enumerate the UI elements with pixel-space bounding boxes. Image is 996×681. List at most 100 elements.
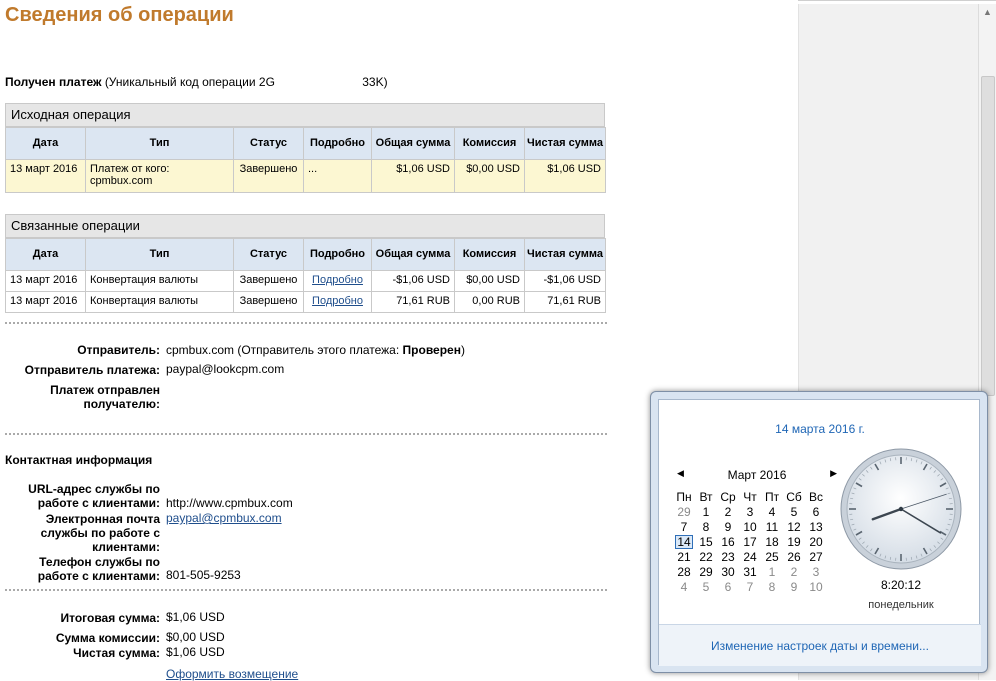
calendar-day[interactable]: 9 xyxy=(783,579,805,594)
column-header-net: Чистая сумма xyxy=(525,128,606,160)
calendar-day[interactable]: 8 xyxy=(695,519,717,534)
calendar-week: 21222324252627 xyxy=(673,549,827,564)
calendar-day[interactable]: 11 xyxy=(761,519,783,534)
calendar-day[interactable]: 2 xyxy=(717,504,739,519)
calendar-day[interactable]: 27 xyxy=(805,549,827,564)
original-section-title: Исходная операция xyxy=(5,103,605,127)
weekday-header: Ср xyxy=(717,489,739,504)
sender-label: Отправитель: xyxy=(5,343,160,357)
cell-gross: 71,61 RUB xyxy=(372,292,455,313)
weekday-header: Вт xyxy=(695,489,717,504)
calendar-day[interactable]: 23 xyxy=(717,549,739,564)
calendar-grid: ПнВтСрЧтПтСбВс 2912345678910111213141516… xyxy=(673,489,827,594)
calendar-day[interactable]: 15 xyxy=(695,534,717,549)
calendar-day[interactable]: 10 xyxy=(805,579,827,594)
cell-net: -$1,06 USD xyxy=(525,271,606,292)
weekday-name: понедельник xyxy=(839,599,963,611)
calendar-day[interactable]: 24 xyxy=(739,549,761,564)
calendar-day[interactable]: 19 xyxy=(783,534,805,549)
calendar-day[interactable]: 9 xyxy=(717,519,739,534)
calendar-day[interactable]: 8 xyxy=(761,579,783,594)
calendar-day[interactable]: 5 xyxy=(783,504,805,519)
weekday-header: Вс xyxy=(805,489,827,504)
next-month-icon[interactable]: ▶ xyxy=(830,468,837,479)
calendar-week: 78910111213 xyxy=(673,519,827,534)
calendar-day[interactable]: 5 xyxy=(695,579,717,594)
cell-fee: $0,00 USD xyxy=(455,271,525,292)
change-date-time-settings-link[interactable]: Изменение настроек даты и времени... xyxy=(659,624,981,666)
calendar-day-today[interactable]: 14 xyxy=(673,534,695,549)
cell-fee: 0,00 RUB xyxy=(455,292,525,313)
calendar-day[interactable]: 1 xyxy=(761,564,783,579)
weekday-header: Пт xyxy=(761,489,783,504)
calendar-day[interactable]: 3 xyxy=(739,504,761,519)
calendar-day[interactable]: 20 xyxy=(805,534,827,549)
transaction-id-tail: 33K) xyxy=(362,75,387,89)
received-label: Получен платеж xyxy=(5,75,101,89)
details-link[interactable]: Подробно xyxy=(312,274,363,286)
calendar-day[interactable]: 10 xyxy=(739,519,761,534)
support-email-link[interactable]: paypal@cpmbux.com xyxy=(166,511,282,525)
support-url-label: URL-адрес службы по работе с клиентами: xyxy=(10,482,160,510)
calendar-week: 28293031123 xyxy=(673,564,827,579)
details-link[interactable]: Подробно xyxy=(312,295,363,307)
payer-email: paypal@lookcpm.com xyxy=(166,362,284,376)
column-header-type: Тип xyxy=(86,128,234,160)
scrollbar-thumb[interactable] xyxy=(981,76,995,396)
column-header-net: Чистая сумма xyxy=(525,239,606,271)
calendar-day[interactable]: 16 xyxy=(717,534,739,549)
digital-time: 8:20:12 xyxy=(839,578,963,592)
cell-fee: $0,00 USD xyxy=(455,160,525,193)
month-title[interactable]: Март 2016 xyxy=(677,468,837,482)
calendar-day[interactable]: 25 xyxy=(761,549,783,564)
cell-gross: $1,06 USD xyxy=(372,160,455,193)
calendar-day[interactable]: 22 xyxy=(695,549,717,564)
calendar-day[interactable]: 6 xyxy=(717,579,739,594)
sender-close: ) xyxy=(461,343,465,357)
fee-label: Сумма комиссии: xyxy=(10,631,160,645)
calendar-day[interactable]: 18 xyxy=(761,534,783,549)
calendar-week: 45678910 xyxy=(673,579,827,594)
total-value: $1,06 USD xyxy=(166,610,225,624)
calendar-day[interactable]: 7 xyxy=(673,519,695,534)
support-phone-label: Телефон службы по работе с клиентами: xyxy=(10,555,160,583)
calendar-day[interactable]: 12 xyxy=(783,519,805,534)
calendar-day[interactable]: 1 xyxy=(695,504,717,519)
cell-date: 13 март 2016 xyxy=(6,271,86,292)
calendar-day[interactable]: 6 xyxy=(805,504,827,519)
support-phone-value: 801-505-9253 xyxy=(166,568,241,582)
refund-link[interactable]: Оформить возмещение xyxy=(166,667,298,681)
calendar-day[interactable]: 29 xyxy=(695,564,717,579)
column-header-date: Дата xyxy=(6,239,86,271)
calendar-day[interactable]: 2 xyxy=(783,564,805,579)
clock-center xyxy=(899,507,903,511)
calendar-day[interactable]: 26 xyxy=(783,549,805,564)
contact-heading: Контактная информация xyxy=(5,453,152,467)
calendar-day[interactable]: 30 xyxy=(717,564,739,579)
calendar-day[interactable]: 17 xyxy=(739,534,761,549)
full-date-link[interactable]: 14 марта 2016 г. xyxy=(659,422,981,436)
calendar-day[interactable]: 13 xyxy=(805,519,827,534)
cell-type: Конвертация валюты xyxy=(86,292,234,313)
calendar-day[interactable]: 28 xyxy=(673,564,695,579)
column-header-fee: Комиссия xyxy=(455,239,525,271)
calendar-day[interactable]: 4 xyxy=(761,504,783,519)
calendar-day[interactable]: 31 xyxy=(739,564,761,579)
sent-to-label: Платеж отправлен получателю: xyxy=(20,383,160,411)
scroll-up-arrow-icon[interactable]: ▲ xyxy=(981,6,994,19)
cell-date: 13 март 2016 xyxy=(6,292,86,313)
calendar-day[interactable]: 21 xyxy=(673,549,695,564)
cell-net: $1,06 USD xyxy=(525,160,606,193)
calendar-day[interactable]: 29 xyxy=(673,504,695,519)
calendar-day[interactable]: 4 xyxy=(673,579,695,594)
calendar-day[interactable]: 3 xyxy=(805,564,827,579)
calendar-day[interactable]: 7 xyxy=(739,579,761,594)
transaction-id-prefix: (Уникальный код операции 2G xyxy=(105,75,275,89)
prev-month-icon[interactable]: ◀ xyxy=(677,468,684,479)
column-header-gross: Общая сумма xyxy=(372,239,455,271)
table-row: 13 март 2016 Конвертация валюты Завершен… xyxy=(6,271,606,292)
date-time-popup: 14 марта 2016 г. Март 2016 ◀ ▶ ПнВтСрЧтП… xyxy=(650,391,988,673)
date-time-panel: 14 марта 2016 г. Март 2016 ◀ ▶ ПнВтСрЧтП… xyxy=(658,399,980,665)
column-header-date: Дата xyxy=(6,128,86,160)
calendar-week: 14151617181920 xyxy=(673,534,827,549)
